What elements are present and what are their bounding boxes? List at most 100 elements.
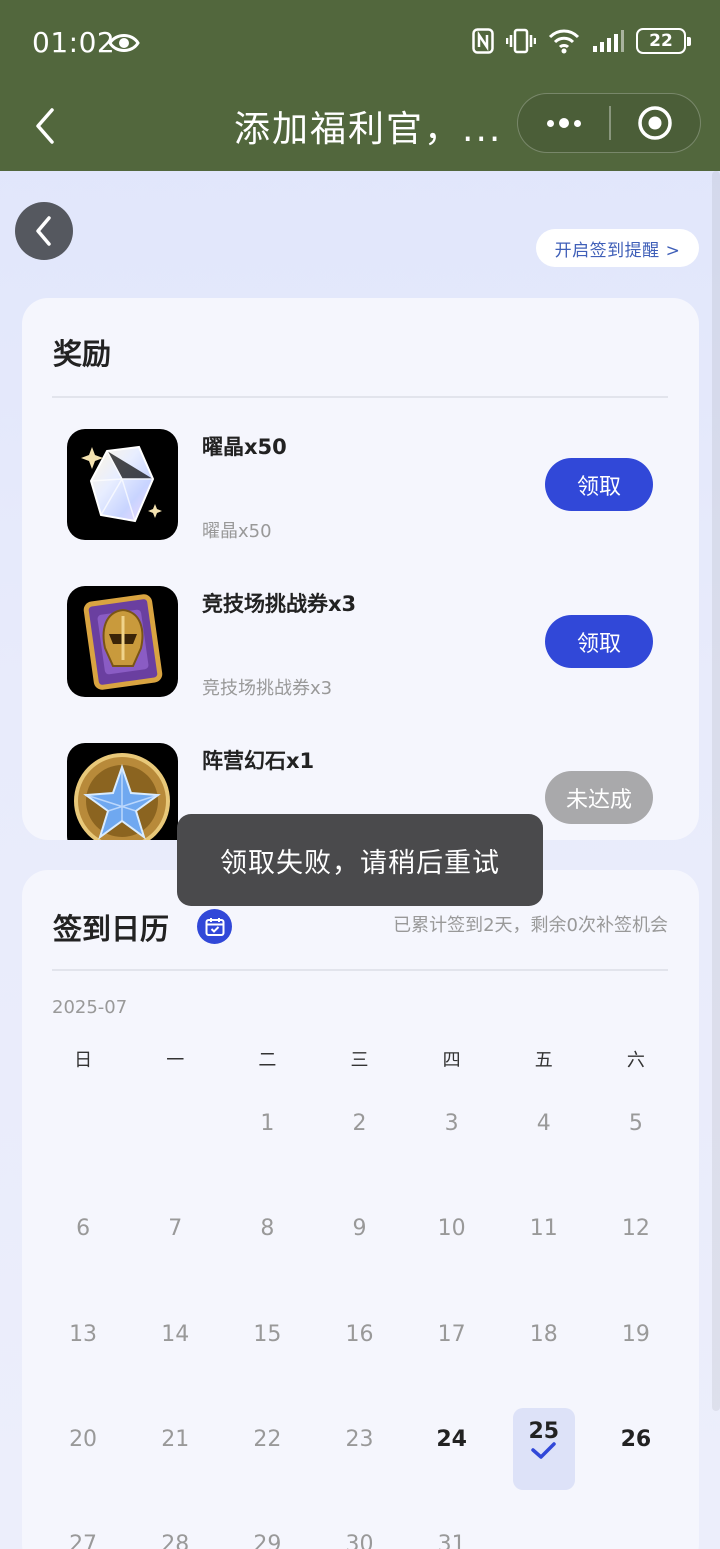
- day-cell[interactable]: 21: [129, 1401, 221, 1506]
- day-number: 14: [161, 1321, 190, 1347]
- day-number: 12: [621, 1216, 650, 1242]
- day-cell[interactable]: 13: [37, 1296, 129, 1401]
- day-number: 9: [352, 1216, 367, 1242]
- claim-button[interactable]: 领取: [545, 458, 653, 511]
- divider: [52, 396, 668, 398]
- day-cell[interactable]: 22: [221, 1401, 313, 1506]
- day-number: 25: [528, 1418, 560, 1444]
- record-circle-icon: [638, 106, 672, 140]
- calendar-week: 1 2 3 4 5: [37, 1085, 682, 1190]
- rewards-card: 奖励 曜晶x50 曜晶x50 领取 竞技场挑战券x3 竞技场挑战券x3 领取 阵…: [22, 298, 699, 840]
- day-number: 29: [253, 1532, 282, 1549]
- day-number: 28: [161, 1532, 190, 1549]
- weekday-label: 四: [442, 1050, 461, 1071]
- reward-name: 竞技场挑战券x3: [202, 592, 357, 616]
- day-number: 13: [69, 1321, 98, 1347]
- rewards-title: 奖励: [53, 337, 112, 371]
- day-cell[interactable]: 20: [37, 1401, 129, 1506]
- day-cell[interactable]: 14: [129, 1296, 221, 1401]
- faction-stone-icon: [67, 743, 178, 840]
- day-number: 19: [621, 1321, 650, 1347]
- calendar-week: 13 14 15 16 17 18 19: [37, 1296, 682, 1401]
- sign-in-reminder-button[interactable]: 开启签到提醒 >: [536, 229, 699, 267]
- page-title: 添加福利官，...: [234, 109, 503, 150]
- day-cell[interactable]: 8: [221, 1190, 313, 1295]
- day-number: 5: [628, 1111, 643, 1136]
- day-cell[interactable]: 10: [406, 1190, 498, 1295]
- day-cell[interactable]: 24: [406, 1401, 498, 1506]
- weekday-label: 五: [534, 1050, 553, 1071]
- day-cell[interactable]: 9: [313, 1190, 405, 1295]
- day-cell[interactable]: 11: [498, 1190, 590, 1295]
- weekday-label: 六: [626, 1050, 645, 1071]
- crystal-icon: [67, 429, 178, 540]
- calendar-icon[interactable]: [197, 909, 232, 944]
- status-bar: 01:02 22: [0, 0, 720, 88]
- day-cell-today[interactable]: 25: [498, 1401, 590, 1506]
- calendar-title: 签到日历: [53, 912, 170, 946]
- battery-icon: 22: [636, 28, 691, 54]
- day-number: 23: [345, 1426, 374, 1452]
- day-cell[interactable]: 4: [498, 1085, 590, 1190]
- not-achieved-button[interactable]: 未达成: [545, 771, 653, 824]
- weekday-label: 日: [74, 1050, 93, 1071]
- weekday-label: 一: [166, 1050, 185, 1071]
- capsule-menu: [517, 93, 701, 153]
- calendar-grid: 1 2 3 4 5 6 7 8 9 10 11 12 13 14 15 16 1…: [37, 1085, 682, 1549]
- day-number: 1: [260, 1111, 275, 1136]
- day-cell[interactable]: 2: [313, 1085, 405, 1190]
- day-cell[interactable]: 27: [37, 1506, 129, 1549]
- day-number: 30: [345, 1532, 374, 1549]
- chevron-left-icon[interactable]: [28, 106, 62, 146]
- day-cell[interactable]: 3: [406, 1085, 498, 1190]
- day-number: 10: [437, 1216, 466, 1242]
- day-number: 22: [253, 1426, 282, 1452]
- day-cell[interactable]: 30: [313, 1506, 405, 1549]
- day-cell: [590, 1506, 682, 1549]
- day-number: 7: [168, 1216, 183, 1242]
- status-icons: 22: [472, 28, 691, 54]
- day-cell[interactable]: 15: [221, 1296, 313, 1401]
- day-number: 2: [352, 1111, 367, 1136]
- sign-in-summary: 已累计签到2天，剩余0次补签机会: [393, 915, 668, 936]
- weekday-header: 日 一 二 三 四 五 六: [37, 1046, 682, 1072]
- day-cell: [129, 1085, 221, 1190]
- day-cell[interactable]: 28: [129, 1506, 221, 1549]
- day-cell[interactable]: 18: [498, 1296, 590, 1401]
- day-number: 16: [345, 1321, 374, 1347]
- weekday-label: 二: [258, 1050, 277, 1071]
- day-cell[interactable]: 16: [313, 1296, 405, 1401]
- day-number: 8: [260, 1216, 275, 1242]
- calendar-week: 27 28 29 30 31: [37, 1506, 682, 1549]
- close-miniprogram-button[interactable]: [611, 94, 701, 152]
- nfc-icon: [472, 28, 494, 54]
- reward-item: 竞技场挑战券x3 竞技场挑战券x3 领取: [22, 586, 699, 706]
- claim-button[interactable]: 领取: [545, 615, 653, 668]
- day-cell[interactable]: 6: [37, 1190, 129, 1295]
- day-cell[interactable]: 1: [221, 1085, 313, 1190]
- day-cell[interactable]: 19: [590, 1296, 682, 1401]
- day-cell[interactable]: 7: [129, 1190, 221, 1295]
- day-number: 11: [529, 1216, 558, 1242]
- signal-icon: [593, 30, 624, 52]
- navbar: 添加福利官，...: [0, 88, 720, 171]
- day-cell[interactable]: 26: [590, 1401, 682, 1506]
- day-number: 15: [253, 1321, 282, 1347]
- day-number: 3: [444, 1111, 459, 1136]
- day-cell[interactable]: 29: [221, 1506, 313, 1549]
- back-button[interactable]: [15, 202, 73, 260]
- vibrate-icon: [506, 28, 536, 54]
- calendar-card: 签到日历 已累计签到2天，剩余0次补签机会 2025-07 日 一 二 三 四 …: [22, 870, 699, 1549]
- battery-level: 22: [649, 31, 673, 51]
- more-dots-icon[interactable]: [518, 94, 609, 152]
- day-cell[interactable]: 31: [406, 1506, 498, 1549]
- scrollbar[interactable]: [712, 171, 720, 1411]
- reward-desc: 竞技场挑战券x3: [202, 678, 333, 699]
- day-cell[interactable]: 12: [590, 1190, 682, 1295]
- arena-ticket-icon: [67, 586, 178, 697]
- day-number: 20: [69, 1426, 98, 1452]
- reward-name: 曜晶x50: [202, 435, 287, 459]
- day-cell[interactable]: 23: [313, 1401, 405, 1506]
- day-cell[interactable]: 5: [590, 1085, 682, 1190]
- day-cell[interactable]: 17: [406, 1296, 498, 1401]
